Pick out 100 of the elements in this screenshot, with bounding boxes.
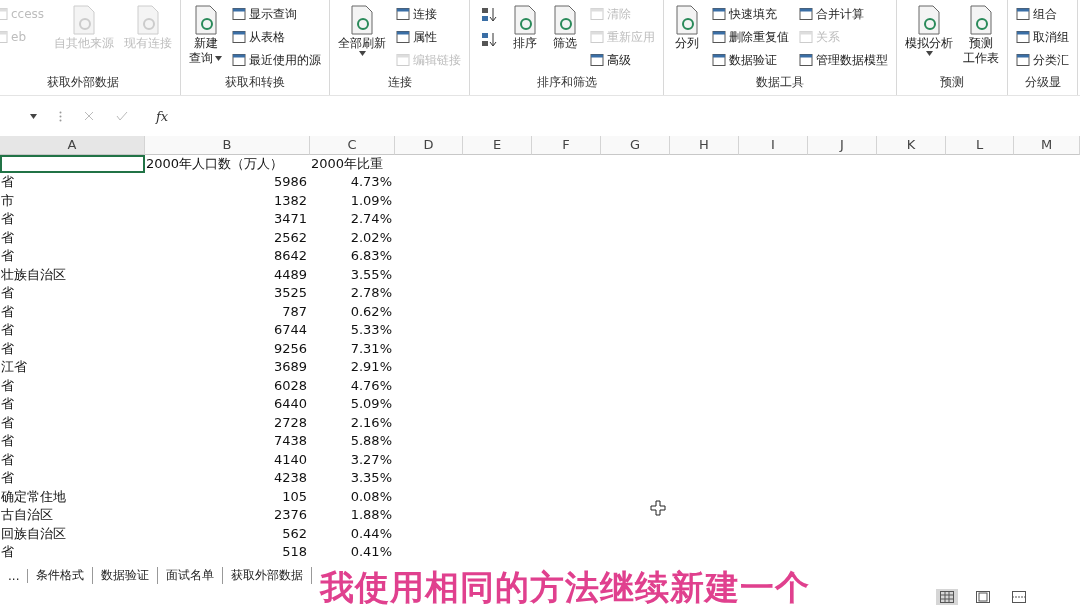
ribbon-button[interactable]: 高级 <box>590 50 656 70</box>
table-cell-text: 4238 <box>272 469 308 487</box>
table-cell-text: 9256 <box>272 339 308 358</box>
column-header[interactable]: K <box>877 136 946 155</box>
sheet-tab[interactable]: 面试名单 <box>158 567 224 584</box>
view-button[interactable] <box>936 588 958 605</box>
ribbon-button[interactable]: 合并计算 <box>799 4 889 24</box>
caret-icon <box>925 51 933 56</box>
table-cell-text: 3.55% <box>349 265 393 284</box>
table-cell-text: 8642 <box>272 247 308 265</box>
group-label: 排序和筛选 <box>535 74 598 91</box>
caret-icon <box>30 113 37 119</box>
table-icon <box>590 53 605 67</box>
column-header[interactable]: L <box>946 136 1014 155</box>
table-cell-text: 2.02% <box>349 228 393 247</box>
table-icon <box>396 30 411 44</box>
sheet-tab[interactable]: ... <box>0 568 29 583</box>
table-cell-text: 省 <box>0 376 15 395</box>
column-header[interactable]: A <box>0 136 145 155</box>
ribbon-button[interactable]: 筛选 <box>550 4 581 72</box>
table-icon <box>232 30 247 44</box>
table-cell-text: 5.33% <box>349 321 393 339</box>
grid-icon <box>940 590 954 603</box>
table-cell-text: 6744 <box>272 321 308 339</box>
table-icon <box>396 53 411 67</box>
check-icon[interactable] <box>116 111 128 121</box>
ribbon-button[interactable]: 模拟分析 <box>905 4 954 72</box>
table-cell-text: 省 <box>0 173 15 191</box>
ribbon-button[interactable]: 组合 <box>1016 4 1070 24</box>
table-cell-text: 1.09% <box>349 191 393 210</box>
table-cell-text: 确定常住地 <box>0 487 67 506</box>
table-cell-text: 7438 <box>272 432 308 450</box>
page-icon <box>976 590 990 603</box>
ribbon-button[interactable]: 连接 <box>396 4 462 24</box>
column-header[interactable]: H <box>670 136 739 155</box>
table-icon <box>799 7 814 21</box>
table-cell-text: 省 <box>0 339 15 358</box>
table-cell-text: 2.91% <box>349 358 393 376</box>
table-cell-text: 2000年人口数（万人） <box>145 154 285 173</box>
ribbon-button[interactable]: 最近使用的源 <box>232 50 322 70</box>
table-cell-text: 省 <box>0 450 15 469</box>
table-cell-text: 6440 <box>272 395 308 413</box>
ribbon-button[interactable]: 新建 查询 <box>189 4 223 72</box>
table-cell-text: 3.27% <box>349 450 393 469</box>
table-cell-text: 4140 <box>272 450 308 469</box>
cursor-icon <box>650 500 666 516</box>
table-cell-text: 6.83% <box>349 247 393 265</box>
column-header[interactable]: J <box>808 136 877 155</box>
ribbon-button[interactable]: 数据验证 <box>712 50 790 70</box>
table-cell-text: 1382 <box>272 191 308 210</box>
ribbon-button[interactable]: 排序 <box>510 4 541 72</box>
table-cell-text: 0.08% <box>349 487 393 506</box>
group-label: 分级显 <box>1023 74 1062 91</box>
table-icon <box>232 7 247 21</box>
ribbon-button[interactable]: 分类汇 <box>1016 50 1070 70</box>
sort-ascending-icon <box>481 6 498 24</box>
table-cell-text: 省 <box>0 284 15 302</box>
sheet-tab[interactable]: 获取外部数据 <box>223 567 313 584</box>
table-cell-text: 江省 <box>0 358 28 376</box>
table-cell-text: 省 <box>0 228 15 247</box>
table-icon <box>1016 7 1031 21</box>
table-cell-text: 省 <box>0 432 15 450</box>
table-cell-text: 2.16% <box>349 413 393 432</box>
group-label: 获取外部数据 <box>46 74 121 91</box>
insert-function-button[interactable]: fx <box>156 108 169 124</box>
table-icon <box>590 30 605 44</box>
ribbon-button[interactable]: 管理数据模型 <box>799 50 889 70</box>
table-cell-text: 省 <box>0 543 15 561</box>
ribbon-button[interactable]: 取消组 <box>1016 27 1070 47</box>
table-cell-text: 5.88% <box>349 432 393 450</box>
ribbon-button[interactable]: 从表格 <box>232 27 322 47</box>
column-header[interactable]: D <box>395 136 463 155</box>
ribbon-button[interactable]: 属性 <box>396 27 462 47</box>
ribbon-button[interactable]: 全部刷新 <box>338 4 387 72</box>
active-cell[interactable] <box>0 154 145 173</box>
sheet-tab[interactable]: 数据验证 <box>93 567 159 584</box>
subtitle: 我使用相同的方法继续新建一个 <box>320 566 810 608</box>
ribbon-button[interactable]: 显示查询 <box>232 4 322 24</box>
table-icon <box>396 7 411 21</box>
column-header[interactable]: E <box>463 136 532 155</box>
column-header[interactable]: B <box>145 136 310 155</box>
column-header[interactable]: M <box>1014 136 1080 155</box>
table-cell-text: 2000年比重 <box>310 154 385 173</box>
ribbon-button[interactable]: 预测 工作表 <box>963 4 1000 72</box>
ribbon-button[interactable]: 删除重复值 <box>712 27 790 47</box>
column-header[interactable]: C <box>310 136 395 155</box>
table-cell-text: 0.62% <box>349 302 393 321</box>
group-label: 获取和转换 <box>224 74 287 91</box>
column-header[interactable]: G <box>601 136 670 155</box>
ribbon-button[interactable]: 快速填充 <box>712 4 790 24</box>
table-cell-text: 省 <box>0 469 15 487</box>
ribbon-button[interactable]: 分列 <box>672 4 703 72</box>
table-cell-text: 省 <box>0 302 15 321</box>
group-label: 预测 <box>939 74 966 91</box>
caret-icon <box>215 56 223 61</box>
column-header[interactable]: I <box>739 136 808 155</box>
table-cell-text: 市 <box>0 191 15 210</box>
sheet-tab[interactable]: 条件格式 <box>28 567 94 584</box>
table-cell-text: 6028 <box>272 376 308 395</box>
column-header[interactable]: F <box>532 136 601 155</box>
